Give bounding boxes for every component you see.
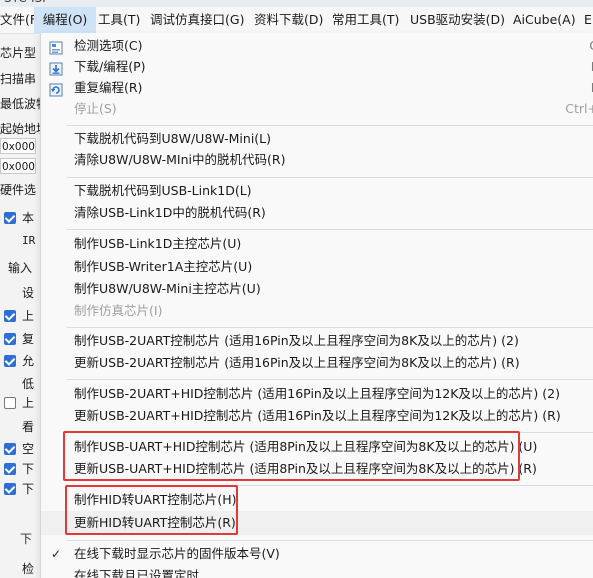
menu-item-make-2uart-chip[interactable]: 制作USB-2UART控制芯片 (适用16Pin及以上且程序空间为8K及以上的芯… (41, 329, 593, 353)
option-label: 下 (22, 462, 35, 476)
repeat-program-icon (49, 81, 63, 97)
menu-item-make-hid-uart-chip[interactable]: 制作HID转UART控制芯片(H) (41, 488, 593, 512)
address-field-2[interactable]: 0x0000 (0, 158, 36, 174)
hardware-options-tab[interactable]: 硬件选 (0, 181, 40, 199)
menu-item-label: 制作USB-2UART+HID控制芯片 (适用16Pin及以上且程序空间为12K… (74, 386, 560, 401)
menu-program[interactable]: 编程(O) (34, 7, 96, 33)
menu-item-clear-offline-link1d[interactable]: 清除USB-Link1D中的脱机代码(R) (41, 201, 593, 225)
address-field-1[interactable]: 0x0000 (0, 138, 36, 154)
menu-item-update-uart-hid-chip[interactable]: 更新USB-UART+HID控制芯片 (适用8Pin及以上且程序空间为8K及以上… (41, 457, 593, 481)
settings-panel: 芯片型 扫描串 最低波特 起始地址 0x0000 0x0000 硬件选 本 IR… (0, 34, 40, 578)
option-checkbox[interactable] (4, 483, 16, 495)
option-label: IR (22, 234, 36, 247)
program-menu-dropdown: 检测选项(C) C 下载/编程(P) F 重复编程(R) F 停止(S) Ctr… (40, 33, 593, 578)
window-title: STC-ISP (4, 0, 49, 5)
title-bar: STC-ISP (0, 0, 593, 7)
option-label: 复 (22, 332, 35, 346)
menu-item-make-writer1a-chip[interactable]: 制作USB-Writer1A主控芯片(U) (41, 255, 593, 279)
menu-bar: 文件(F) 编程(O) 工具(T) 调试仿真接口(G) 资料下载(D) 常用工具… (0, 7, 593, 34)
menu-downloads[interactable]: 资料下载(D) (254, 7, 323, 33)
menu-item-label: 制作USB-UART+HID控制芯片 (适用8Pin及以上且程序空间为8K及以上… (74, 439, 538, 454)
option-label: 设 (22, 286, 35, 300)
menu-item-label: 制作USB-Writer1A主控芯片(U) (74, 259, 253, 274)
menu-item-download-offline-link1d[interactable]: 下载脱机代码到USB-Link1D(L) (41, 179, 593, 203)
option-label: 看 (22, 420, 35, 434)
menu-item-make-uart-hid-chip[interactable]: 制作USB-UART+HID控制芯片 (适用8Pin及以上且程序空间为8K及以上… (41, 435, 593, 459)
option-label: 上 (22, 396, 35, 410)
start-address-label: 起始地址 (0, 122, 40, 136)
menu-item-label: 制作U8W/U8W-Mini主控芯片(U) (74, 281, 261, 296)
check-label: 检 (22, 562, 35, 576)
menu-item-stop[interactable]: 停止(S) Ctrl+ (41, 97, 593, 121)
menu-item-label: 下载脱机代码到USB-Link1D(L) (74, 183, 252, 198)
option-label: 低 (22, 377, 35, 391)
option-checkbox[interactable] (4, 212, 16, 224)
download-button-label[interactable]: 下 (20, 530, 32, 547)
menu-item-timed-download[interactable]: 在线下载且已设置定时 (41, 564, 593, 578)
menu-item-label: 制作USB-2UART控制芯片 (适用16Pin及以上且程序空间为8K及以上的芯… (74, 333, 519, 348)
menu-item-label: 更新USB-2UART+HID控制芯片 (适用16Pin及以上且程序空间为12K… (74, 408, 561, 423)
menu-item-label: 清除U8W/U8W-MIni中的脱机代码(R) (74, 152, 286, 167)
menu-item-label: 停止(S) (74, 101, 117, 116)
menu-separator (67, 379, 593, 380)
menu-item-label: 更新USB-2UART控制芯片 (适用16Pin及以上且程序空间为8K及以上的芯… (74, 355, 520, 370)
option-checkbox[interactable] (4, 443, 16, 455)
option-checkbox[interactable] (4, 310, 16, 322)
menu-item-label: 制作USB-Link1D主控芯片(U) (74, 236, 242, 251)
menu-item-label: 更新HID转UART控制芯片(R) (74, 515, 236, 530)
option-checkbox[interactable] (4, 397, 16, 409)
menu-separator (67, 229, 593, 230)
option-label: 空 (22, 442, 35, 456)
option-label: 下 (22, 482, 35, 496)
menu-separator (67, 540, 593, 541)
menu-item-label: 在线下载时显示芯片的固件版本号(V) (74, 546, 280, 561)
menu-item-label: 制作仿真芯片(I) (74, 303, 163, 318)
menu-item-update-2uart-hid-chip[interactable]: 更新USB-2UART+HID控制芯片 (适用16Pin及以上且程序空间为12K… (41, 404, 593, 428)
menu-separator (67, 432, 593, 433)
menu-item-make-link1d-chip[interactable]: 制作USB-Link1D主控芯片(U) (41, 232, 593, 256)
menu-debug-interface[interactable]: 调试仿真接口(G) (150, 7, 244, 33)
menu-item-label: 在线下载且已设置定时 (74, 568, 200, 578)
menu-common-tools[interactable]: 常用工具(T) (332, 7, 399, 33)
download-icon (49, 60, 63, 76)
option-label: 上 (22, 309, 35, 323)
scan-port-label: 扫描串 (0, 72, 37, 86)
option-label: 允 (22, 354, 35, 368)
menu-item-show-firmware-version[interactable]: ✓ 在线下载时显示芯片的固件版本号(V) (41, 542, 593, 566)
menu-usb-driver[interactable]: USB驱动安装(D) (410, 7, 505, 33)
menu-separator (67, 125, 593, 126)
checkmark-icon: ✓ (51, 547, 62, 561)
menu-item-label: 制作HID转UART控制芯片(H) (74, 492, 237, 507)
detect-options-icon (49, 39, 63, 55)
chip-type-label: 芯片型 (0, 46, 37, 60)
option-label: 本 (22, 211, 35, 225)
option-checkbox[interactable] (4, 355, 16, 367)
option-checkbox[interactable] (4, 463, 16, 475)
menu-item-label: 更新USB-UART+HID控制芯片 (适用8Pin及以上且程序空间为8K及以上… (74, 461, 537, 476)
menu-item-clear-offline-u8w[interactable]: 清除U8W/U8W-MIni中的脱机代码(R) (41, 148, 593, 172)
menu-item-make-u8w-chip[interactable]: 制作U8W/U8W-Mini主控芯片(U) (41, 277, 593, 301)
menu-item-shortcut: Ctrl+ (565, 101, 593, 116)
min-baud-label: 最低波特 (0, 97, 40, 111)
menu-overflow[interactable]: E (584, 7, 592, 33)
menu-item-make-2uart-hid-chip[interactable]: 制作USB-2UART+HID控制芯片 (适用16Pin及以上且程序空间为12K… (41, 382, 593, 406)
menu-aicube[interactable]: AiCube(A) (513, 7, 576, 33)
menu-item-update-hid-uart-chip[interactable]: 更新HID转UART控制芯片(R) (41, 511, 593, 535)
menu-separator (67, 327, 593, 328)
menu-separator (67, 485, 593, 486)
option-checkbox[interactable] (4, 333, 16, 345)
menu-separator (67, 177, 593, 178)
menu-item-label: 清除USB-Link1D中的脱机代码(R) (74, 205, 266, 220)
menu-item-make-emulator-chip[interactable]: 制作仿真芯片(I) (41, 299, 593, 323)
menu-item-update-2uart-chip[interactable]: 更新USB-2UART控制芯片 (适用16Pin及以上且程序空间为8K及以上的芯… (41, 351, 593, 375)
option-label: 输入 (8, 261, 33, 275)
menu-tools[interactable]: 工具(T) (98, 7, 140, 33)
